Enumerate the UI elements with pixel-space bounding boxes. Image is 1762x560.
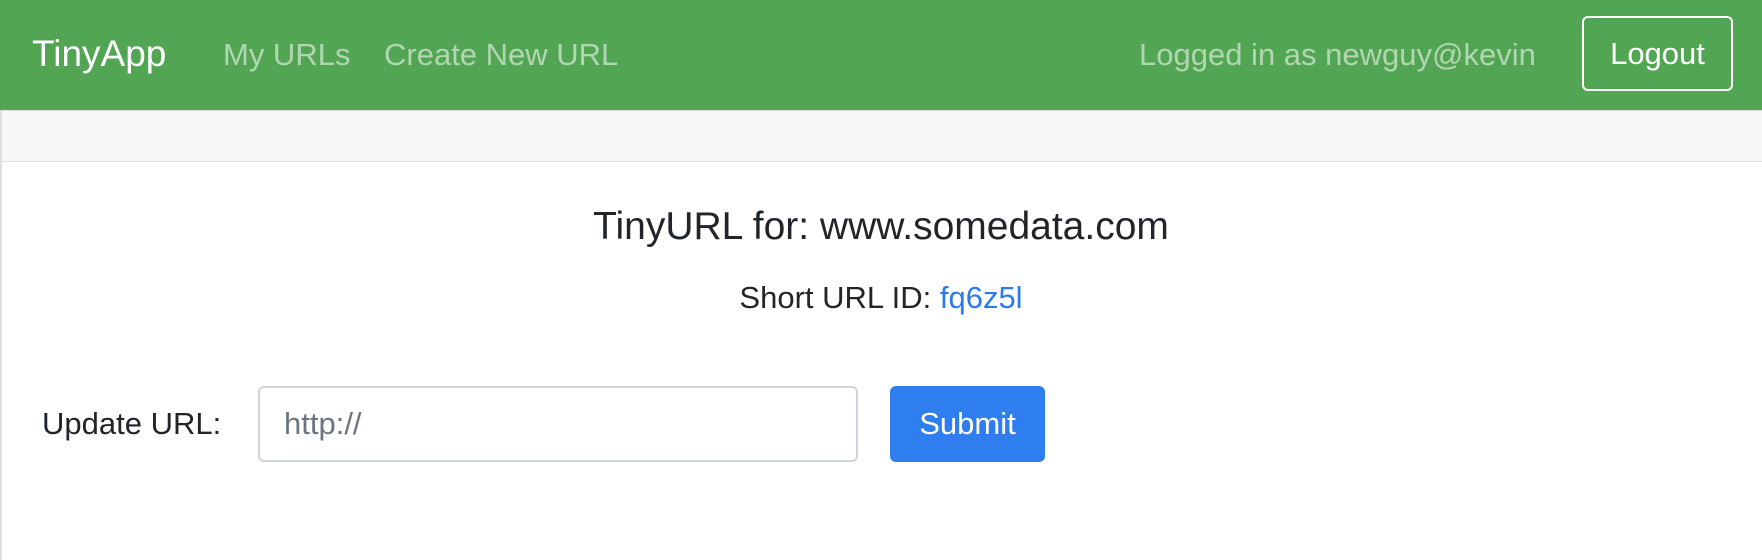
short-url-line: Short URL ID: fq6z5l — [0, 280, 1762, 316]
submit-button[interactable]: Submit — [890, 386, 1045, 462]
top-navbar: TinyApp My URLs Create New URL Logged in… — [0, 0, 1762, 110]
short-url-id-link[interactable]: fq6z5l — [940, 280, 1023, 315]
nav-link-create-new-url[interactable]: Create New URL — [384, 37, 618, 73]
update-url-input[interactable] — [258, 386, 858, 462]
brand-link[interactable]: TinyApp — [32, 32, 166, 76]
short-url-label: Short URL ID: — [739, 280, 940, 315]
logout-button[interactable]: Logout — [1582, 16, 1733, 91]
nav-link-my-urls[interactable]: My URLs — [223, 37, 350, 73]
page-title: TinyURL for: www.somedata.com — [593, 205, 1169, 248]
card-header — [0, 110, 1762, 162]
update-url-label: Update URL: — [42, 406, 222, 441]
logged-in-status: Logged in as newguy@kevin — [1139, 37, 1536, 72]
